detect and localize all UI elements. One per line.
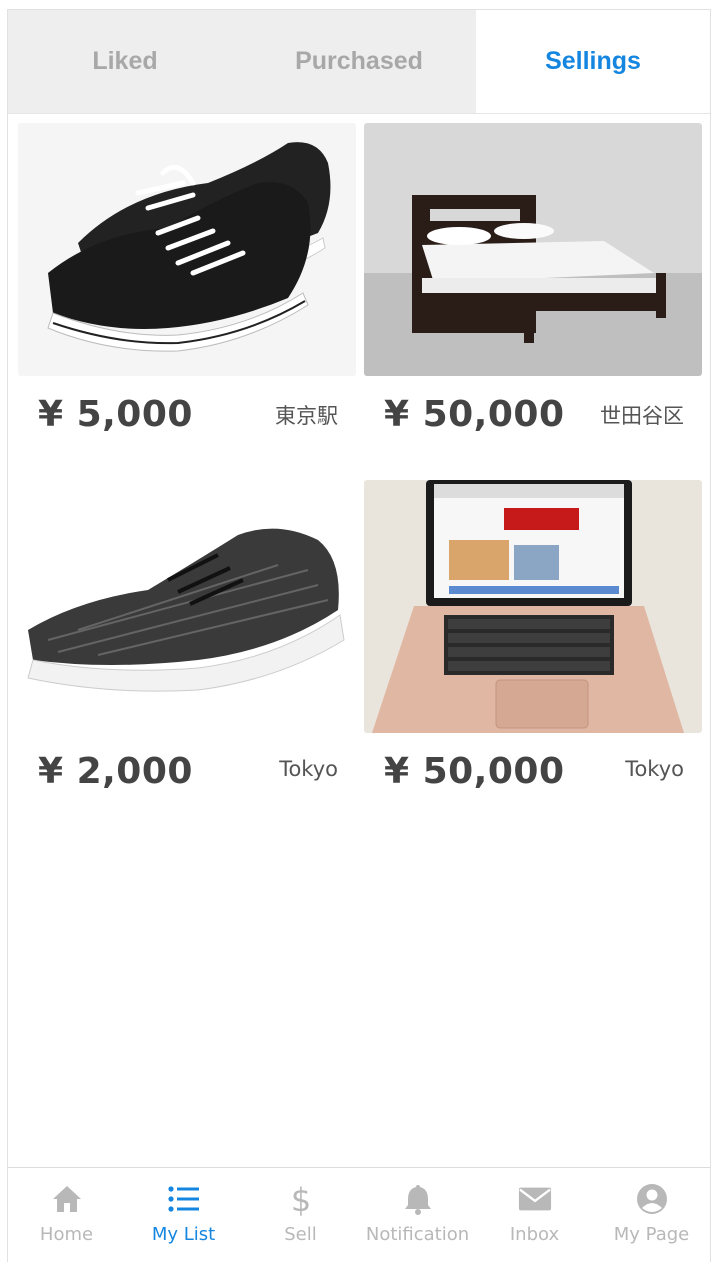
product-card[interactable]: ¥ 50,000 Tokyo [364, 480, 702, 813]
nav-home[interactable]: Home [8, 1168, 125, 1262]
product-price: ¥ 50,000 [384, 394, 565, 435]
product-meta: ¥ 50,000 世田谷区 [364, 376, 702, 456]
tab-bar: Liked Purchased Sellings [8, 10, 710, 114]
tab-liked[interactable]: Liked [8, 10, 242, 113]
nav-notification[interactable]: Notification [359, 1168, 476, 1262]
nav-label: My List [151, 1224, 216, 1245]
tab-purchased[interactable]: Purchased [242, 10, 476, 113]
nav-label: Notification [365, 1224, 470, 1245]
app-frame: Liked Purchased Sellings ¥ 5,000 東京駅 ¥ 5… [7, 9, 711, 1262]
product-card[interactable]: ¥ 2,000 Tokyo [18, 480, 356, 813]
nav-label: Sell [284, 1224, 317, 1245]
product-location: 世田谷区 [600, 404, 684, 428]
tab-sellings[interactable]: Sellings [476, 10, 710, 113]
product-location: 東京駅 [275, 404, 338, 428]
product-card[interactable]: ¥ 5,000 東京駅 [18, 123, 356, 456]
product-image-laptop[interactable] [364, 480, 702, 733]
list-icon [167, 1182, 201, 1216]
product-meta: ¥ 2,000 Tokyo [18, 733, 356, 813]
product-image-bed[interactable] [364, 123, 702, 376]
nav-my-page[interactable]: My Page [593, 1168, 710, 1262]
product-price: ¥ 5,000 [38, 394, 193, 435]
nav-label: Home [39, 1224, 94, 1245]
bell-icon [401, 1182, 435, 1216]
product-price: ¥ 50,000 [384, 751, 565, 792]
product-location: Tokyo [279, 757, 338, 781]
product-meta: ¥ 5,000 東京駅 [18, 376, 356, 456]
home-icon [50, 1182, 84, 1216]
product-card[interactable]: ¥ 50,000 世田谷区 [364, 123, 702, 456]
product-meta: ¥ 50,000 Tokyo [364, 733, 702, 813]
user-circle-icon [635, 1182, 669, 1216]
mail-icon [518, 1182, 552, 1216]
product-price: ¥ 2,000 [38, 751, 193, 792]
product-image-sneakers[interactable] [18, 123, 356, 376]
nav-label: My Page [613, 1224, 690, 1245]
svg-text:$: $ [290, 1182, 310, 1216]
dollar-icon: $ [284, 1182, 318, 1216]
nav-my-list[interactable]: My List [125, 1168, 242, 1262]
nav-label: Inbox [509, 1224, 560, 1245]
nav-sell[interactable]: $ Sell [242, 1168, 359, 1262]
bottom-nav: Home My List $ Sell Notification Inbox M… [8, 1167, 710, 1262]
product-image-running-shoe[interactable] [18, 480, 356, 733]
product-location: Tokyo [625, 757, 684, 781]
nav-inbox[interactable]: Inbox [476, 1168, 593, 1262]
